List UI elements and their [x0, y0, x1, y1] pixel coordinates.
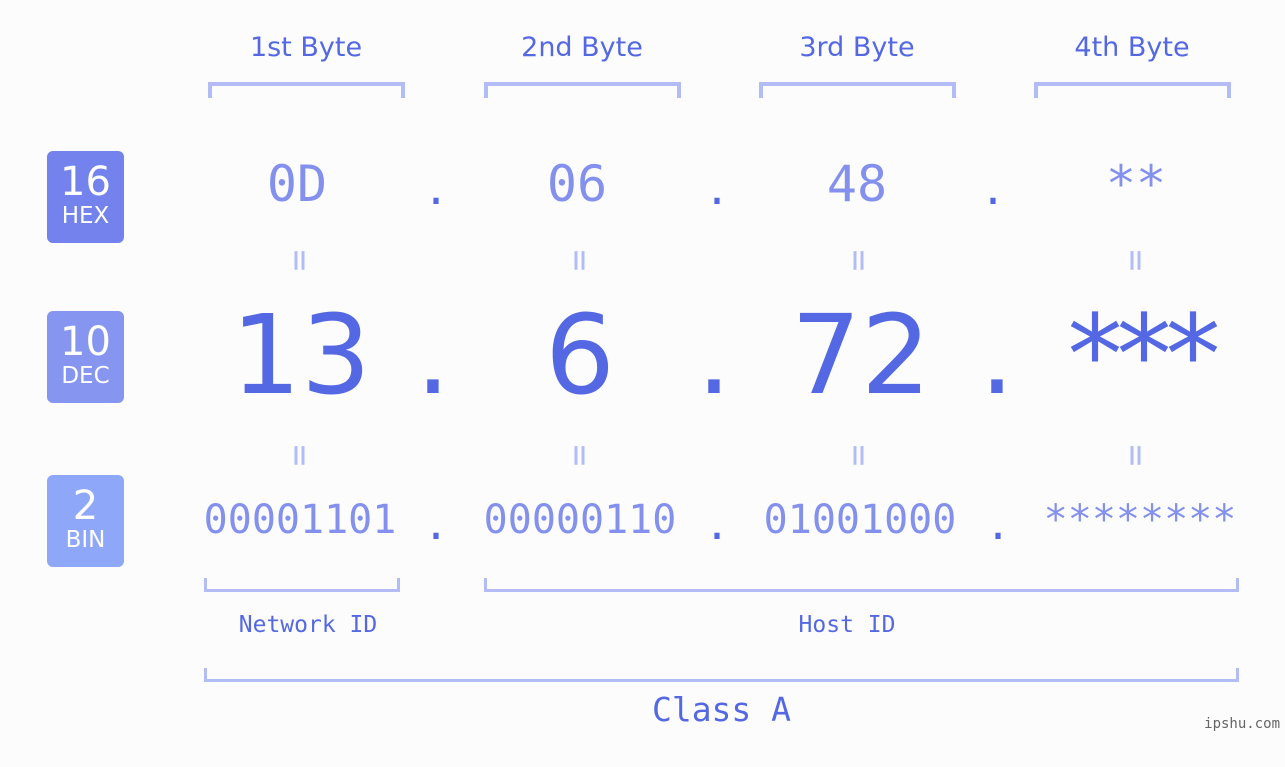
dec-value-3: 72: [791, 291, 931, 419]
byte-label-1: 1st Byte: [249, 32, 363, 63]
bin-dot-2: .: [704, 500, 730, 549]
class-label: Class A: [651, 690, 792, 729]
bin-dot-1: .: [423, 500, 449, 549]
hex-dot-1: .: [423, 165, 449, 214]
network-id-label: Network ID: [238, 612, 378, 638]
bin-badge-number: 2: [72, 483, 99, 529]
hex-value-1: 0D: [266, 155, 328, 213]
equals-icon: =: [559, 444, 601, 467]
bin-value-3: 01001000: [763, 497, 957, 543]
byte-bracket-4: [1034, 82, 1231, 98]
host-id-bracket: [484, 578, 1239, 592]
dec-badge-number: 10: [60, 319, 111, 365]
network-id-bracket: [204, 578, 400, 592]
equals-icon: =: [1115, 249, 1157, 272]
hex-value-4: **: [1105, 155, 1167, 213]
equals-icon: =: [838, 249, 880, 272]
byte-bracket-3: [759, 82, 956, 98]
hex-value-3: 48: [826, 155, 888, 213]
dec-value-4: ***: [1067, 291, 1221, 419]
bin-value-1: 00001101: [203, 497, 397, 543]
dec-value-2: 6: [545, 291, 615, 419]
bin-badge: 2 BIN: [47, 475, 124, 567]
byte-label-3: 3rd Byte: [799, 32, 915, 63]
byte-bracket-2: [484, 82, 681, 98]
equals-icon: =: [279, 444, 321, 467]
watermark: ipshu.com: [1204, 716, 1280, 732]
bin-value-2: 00000110: [483, 497, 677, 543]
hex-badge-label: HEX: [61, 203, 110, 229]
byte-label-2: 2nd Byte: [521, 32, 643, 63]
equals-icon: =: [1115, 444, 1157, 467]
dec-badge: 10 DEC: [47, 311, 124, 403]
bin-badge-label: BIN: [65, 527, 106, 553]
bin-dot-3: .: [985, 500, 1011, 549]
hex-dot-2: .: [704, 165, 730, 214]
host-id-label: Host ID: [798, 612, 896, 638]
dec-badge-label: DEC: [61, 363, 110, 389]
dec-dot-1: .: [415, 291, 451, 419]
class-bracket: [204, 668, 1239, 682]
hex-dot-3: .: [980, 165, 1006, 214]
dec-value-1: 13: [231, 291, 371, 419]
hex-badge-number: 16: [60, 159, 111, 205]
byte-bracket-1: [208, 82, 405, 98]
equals-icon: =: [559, 249, 601, 272]
hex-badge: 16 HEX: [47, 151, 124, 243]
equals-icon: =: [279, 249, 321, 272]
dec-dot-2: .: [696, 291, 732, 419]
dec-dot-3: .: [979, 291, 1015, 419]
hex-value-2: 06: [546, 155, 608, 213]
byte-label-4: 4th Byte: [1074, 32, 1190, 63]
bin-value-4: ********: [1043, 497, 1237, 543]
equals-icon: =: [838, 444, 880, 467]
